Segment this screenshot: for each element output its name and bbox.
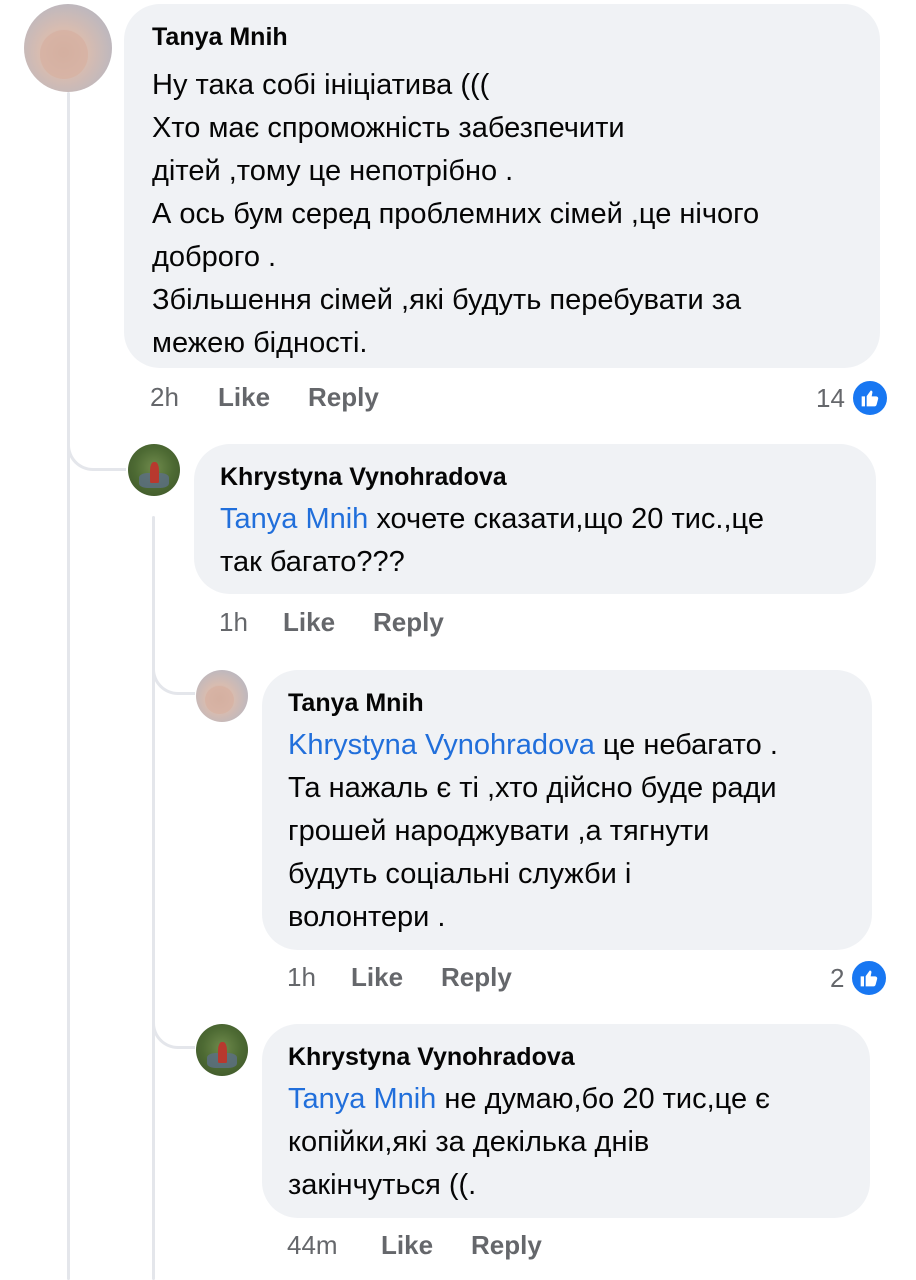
reaction-number: 2 <box>830 963 845 993</box>
avatar[interactable] <box>196 1024 248 1076</box>
comment-timestamp[interactable]: 2h <box>150 382 179 412</box>
avatar[interactable] <box>24 4 112 92</box>
comment-bubble: Tanya Mnih Khrystyna Vynohradova це неба… <box>262 670 872 950</box>
mention-link[interactable]: Tanya Mnih <box>288 1083 436 1115</box>
reaction-count[interactable]: 14 <box>816 379 889 417</box>
mention-link[interactable]: Khrystyna Vynohradova <box>288 729 595 761</box>
comment-text: Tanya Mnih хочете сказати,що 20 тис.,це … <box>220 503 764 578</box>
comment-author[interactable]: Khrystyna Vynohradova <box>220 462 850 492</box>
comment-author[interactable]: Tanya Mnih <box>152 22 852 52</box>
thread-line-nested <box>152 516 155 1280</box>
like-thumbs-up-icon <box>850 959 889 997</box>
comment-text: Ну така собі ініціатива ((( Хто має спро… <box>152 69 760 359</box>
comment-text: Khrystyna Vynohradova це небагато . Та н… <box>288 729 778 933</box>
avatar[interactable] <box>196 670 248 722</box>
comment-timestamp[interactable]: 1h <box>219 607 248 637</box>
reaction-count[interactable]: 2 <box>830 959 889 997</box>
like-button[interactable]: Like <box>381 1230 433 1260</box>
mention-link[interactable]: Tanya Mnih <box>220 503 368 535</box>
reply-button[interactable]: Reply <box>471 1230 542 1260</box>
comment-timestamp[interactable]: 1h <box>287 962 316 992</box>
comment-author[interactable]: Tanya Mnih <box>288 688 846 718</box>
avatar[interactable] <box>128 444 180 496</box>
like-thumbs-up-icon <box>850 379 889 417</box>
thread-connector-reply-3 <box>152 990 195 1049</box>
reaction-number: 14 <box>816 383 845 413</box>
comment-timestamp[interactable]: 44m <box>287 1230 338 1260</box>
like-button[interactable]: Like <box>351 962 403 992</box>
like-button[interactable]: Like <box>218 382 270 412</box>
comment-bubble: Khrystyna Vynohradova Tanya Mnih не дума… <box>262 1024 870 1218</box>
comment-author[interactable]: Khrystyna Vynohradova <box>288 1042 844 1072</box>
thread-line-main <box>67 92 70 1280</box>
thread-connector-reply-1 <box>67 400 126 471</box>
comment-text: Tanya Mnih не думаю,бо 20 тис,це є копій… <box>288 1083 770 1201</box>
reply-button[interactable]: Reply <box>441 962 512 992</box>
reply-button[interactable]: Reply <box>373 607 444 637</box>
reply-button[interactable]: Reply <box>308 382 379 412</box>
comment-bubble: Tanya Mnih Ну така собі ініціатива ((( Х… <box>124 4 880 368</box>
comment-bubble: Khrystyna Vynohradova Tanya Mnih хочете … <box>194 444 876 594</box>
like-button[interactable]: Like <box>283 607 335 637</box>
thread-connector-reply-2 <box>152 640 195 695</box>
